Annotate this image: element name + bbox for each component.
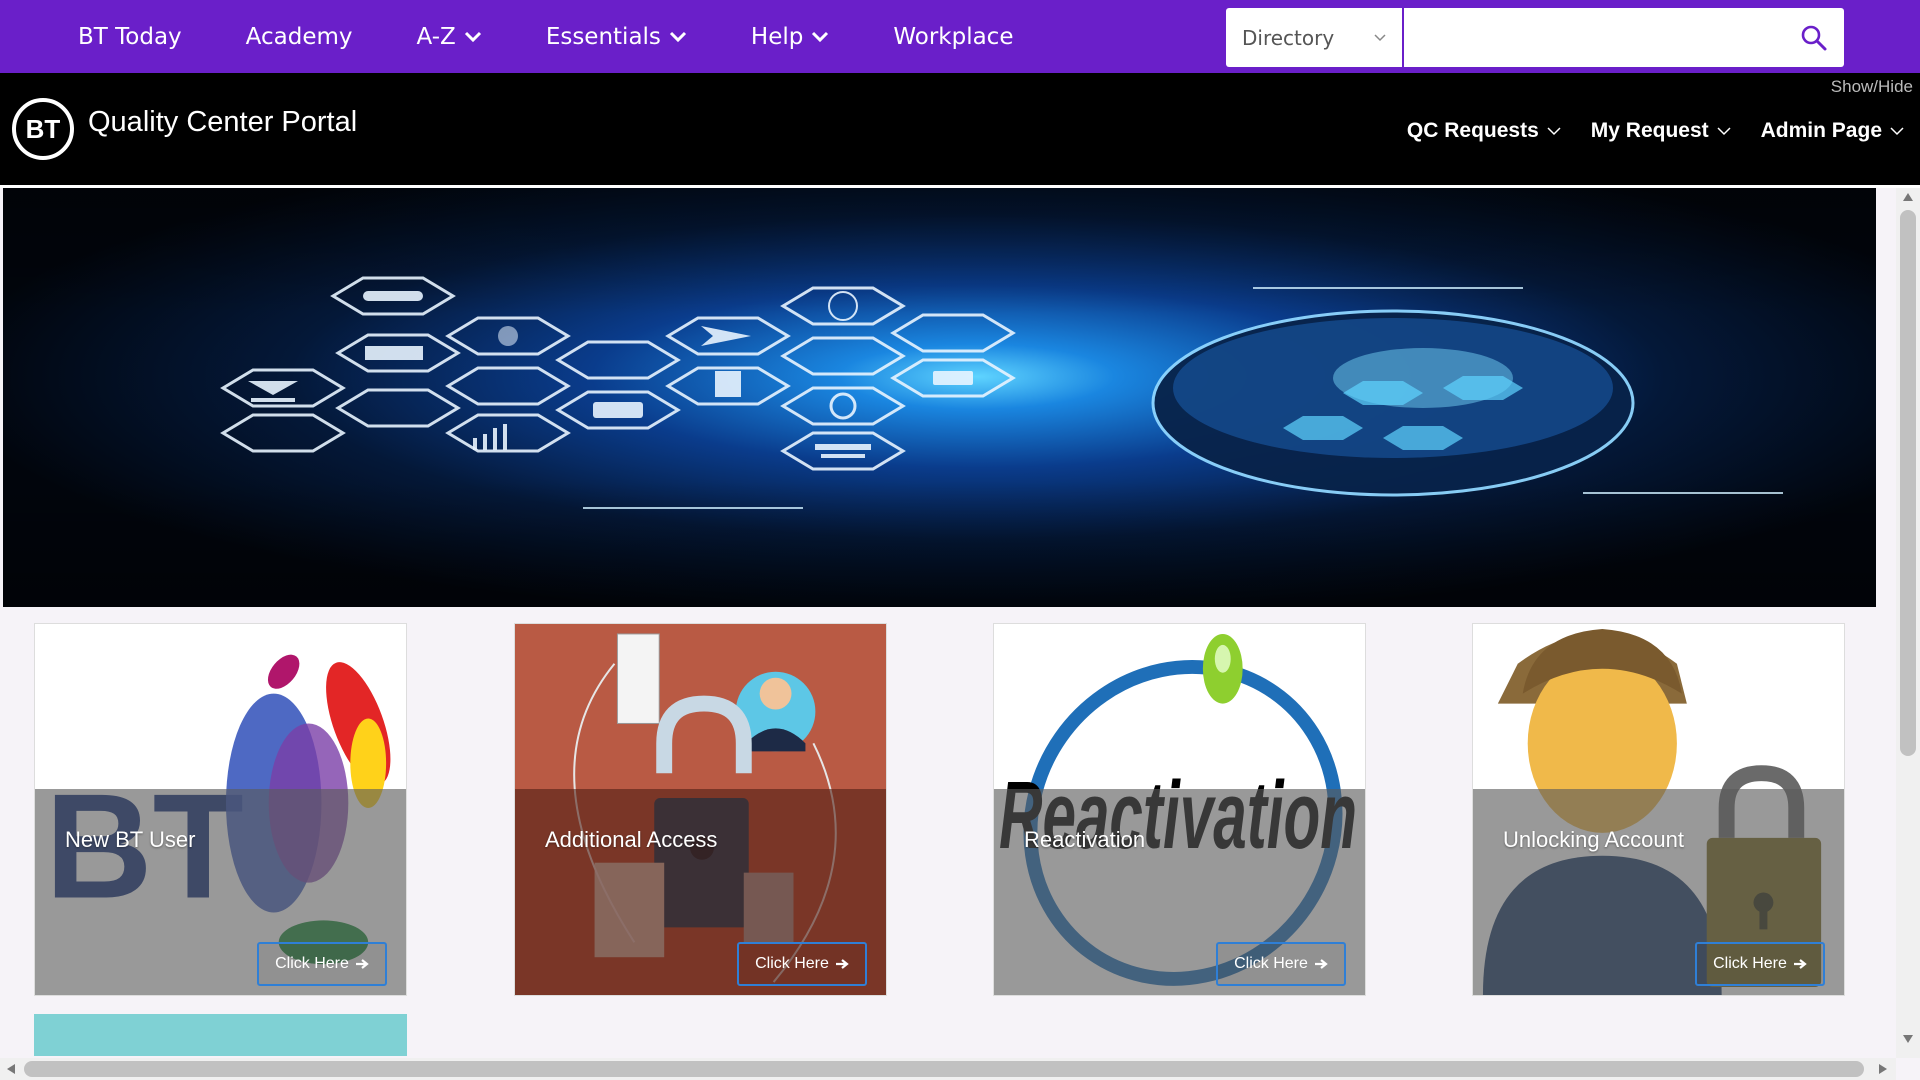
nav-a-z[interactable]: A-Z [417, 24, 482, 50]
card-title: New BT User [65, 827, 196, 852]
click-here-label: Click Here [1234, 955, 1308, 972]
scroll-up-icon[interactable] [1902, 192, 1914, 202]
vertical-scrollbar[interactable] [1896, 188, 1920, 1058]
click-here-button[interactable]: Click Here [737, 942, 867, 986]
nav-academy[interactable]: Academy [246, 24, 353, 50]
arrow-right-icon [1793, 959, 1807, 969]
card-title: Additional Access [545, 827, 718, 852]
nav-essentials-label: Essentials [545, 23, 661, 50]
nav-academy-label: Academy [245, 23, 353, 50]
search-icon [1801, 25, 1827, 50]
portal-menu: QC Requests My Request Admin Page [1377, 119, 1904, 143]
chevron-down-icon [812, 31, 829, 42]
search-button[interactable] [1784, 8, 1844, 67]
chevron-down-icon [1374, 33, 1386, 41]
click-here-label: Click Here [1713, 955, 1787, 972]
scroll-down-icon[interactable] [1902, 1034, 1914, 1044]
show-hide-toggle[interactable]: Show/Hide [1831, 77, 1913, 97]
banner-illustration [220, 276, 1783, 509]
arrow-right-icon [835, 959, 849, 969]
hero-banner [3, 188, 1876, 607]
top-nav-menu: BT Today Academy A-Z Essentials Help Wor… [78, 0, 1077, 73]
menu-admin-page[interactable]: Admin Page [1761, 119, 1904, 143]
page-title: Quality Center Portal [88, 106, 358, 138]
card-unlocking-account[interactable]: Unlocking Account Click Here [1472, 623, 1845, 996]
chevron-down-icon [1890, 126, 1904, 135]
top-navigation-bar: BT Today Academy A-Z Essentials Help Wor… [0, 0, 1920, 73]
search-bar: Directory [1226, 8, 1844, 67]
menu-qc-requests[interactable]: QC Requests [1407, 119, 1561, 143]
card-title: Unlocking Account [1503, 827, 1684, 852]
chevron-down-icon [1717, 126, 1731, 135]
nav-workplace-label: Workplace [893, 23, 1014, 50]
search-scope-value: Directory [1242, 25, 1335, 50]
card-reactivation[interactable]: Reactivation Reactivation Click Here [993, 623, 1366, 996]
scroll-left-icon[interactable] [6, 1063, 16, 1075]
nav-a-z-label: A-Z [416, 23, 456, 50]
menu-my-request-label: My Request [1590, 119, 1709, 142]
click-here-button[interactable]: Click Here [1695, 942, 1825, 986]
click-here-button[interactable]: Click Here [257, 942, 387, 986]
click-here-label: Click Here [755, 955, 829, 972]
search-scope-select[interactable]: Directory [1226, 8, 1404, 67]
nav-essentials[interactable]: Essentials [546, 24, 687, 50]
nav-help-label: Help [750, 23, 804, 50]
search-input[interactable] [1404, 8, 1784, 67]
nav-bt-today[interactable]: BT Today [78, 24, 182, 50]
chevron-down-icon [1547, 126, 1561, 135]
chevron-down-icon [464, 31, 481, 42]
click-here-label: Click Here [275, 955, 349, 972]
click-here-button[interactable]: Click Here [1216, 942, 1346, 986]
nav-workplace[interactable]: Workplace [893, 24, 1013, 50]
scroll-right-icon[interactable] [1878, 1063, 1888, 1075]
card-new-bt-user[interactable]: BT New BT User Click Here [34, 623, 407, 996]
horizontal-scrollbar[interactable] [0, 1058, 1896, 1080]
bt-logo[interactable]: BT [12, 98, 74, 160]
portal-header: BT Quality Center Portal Show/Hide QC Re… [0, 73, 1920, 185]
arrow-right-icon [1314, 959, 1328, 969]
menu-my-request[interactable]: My Request [1591, 119, 1731, 143]
card-title: Reactivation [1024, 827, 1146, 852]
bt-logo-text: BT [25, 113, 61, 144]
menu-qc-requests-label: QC Requests [1406, 119, 1539, 142]
card-additional-access[interactable]: Additional Access Click Here [514, 623, 887, 996]
arrow-right-icon [355, 959, 369, 969]
card-partial[interactable] [34, 1014, 407, 1056]
menu-admin-page-label: Admin Page [1760, 119, 1882, 142]
horizontal-scroll-thumb[interactable] [24, 1061, 1864, 1077]
chevron-down-icon [669, 31, 686, 42]
nav-bt-today-label: BT Today [78, 23, 182, 50]
nav-help[interactable]: Help [751, 24, 829, 50]
vertical-scroll-thumb[interactable] [1900, 210, 1916, 756]
